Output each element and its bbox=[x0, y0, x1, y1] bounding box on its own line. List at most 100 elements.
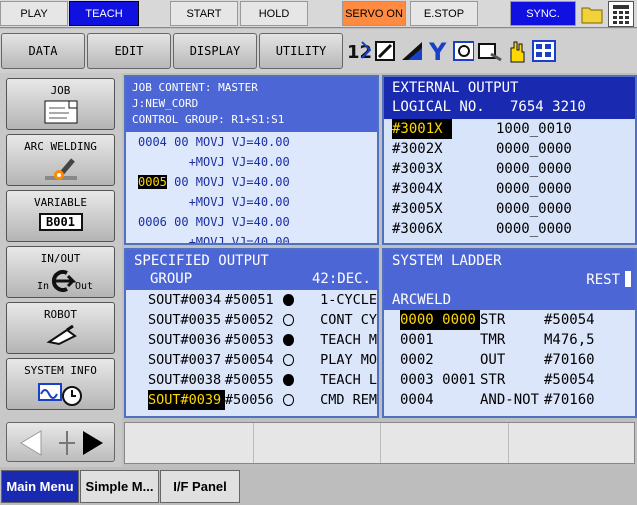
specified-output-row[interactable]: SOUT#0035 #50052 CONT CY bbox=[148, 310, 377, 330]
estop-button[interactable]: E.STOP bbox=[410, 1, 478, 26]
arc-welding-menu-button[interactable]: ARC WELDING bbox=[6, 134, 115, 186]
job-label: JOB bbox=[50, 84, 71, 97]
in-out-menu-button[interactable]: IN/OUT In Out bbox=[6, 246, 115, 298]
tab-if-panel[interactable]: I/F Panel bbox=[160, 470, 240, 503]
system-info-menu-button[interactable]: SYSTEM INFO bbox=[6, 358, 115, 410]
specified-output-panel[interactable]: SPECIFIED OUTPUT GROUP 42:DEC. SOUT#0034… bbox=[124, 248, 379, 418]
sout-description: CONT CY bbox=[320, 312, 377, 328]
ladder-line-number: 0001 bbox=[400, 332, 434, 348]
variable-menu-button[interactable]: VARIABLE B001 bbox=[6, 190, 115, 242]
sout-address: #50056 bbox=[224, 392, 274, 408]
edit-menu-button[interactable]: EDIT bbox=[87, 33, 171, 69]
sout-description: PLAY MO bbox=[320, 352, 377, 368]
job-line[interactable]: +MOVJ VJ=40.00 bbox=[138, 192, 377, 212]
utility-menu-button[interactable]: UTILITY bbox=[259, 33, 343, 69]
next-page-icon[interactable] bbox=[77, 429, 107, 457]
robot-arm-icon bbox=[478, 43, 503, 62]
external-output-row[interactable]: #3001X 1000_0010 bbox=[392, 119, 635, 139]
specified-output-row[interactable]: SOUT#0037 #50054 PLAY MO bbox=[148, 350, 377, 370]
hold-button[interactable]: HOLD bbox=[240, 1, 308, 26]
play-mode-button[interactable]: PLAY bbox=[0, 1, 68, 26]
external-output-row[interactable]: #3002X 0000_0000 bbox=[392, 139, 635, 159]
sout-address: #50055 bbox=[224, 372, 274, 388]
data-menu-button[interactable]: DATA bbox=[1, 33, 85, 69]
folder-icon[interactable] bbox=[580, 2, 604, 26]
job-content-title: JOB CONTENT: MASTER bbox=[132, 81, 258, 94]
ladder-instruction: AND-NOT bbox=[480, 392, 540, 408]
ladder-instruction: OUT bbox=[480, 352, 506, 368]
sout-number: SOUT#0035 bbox=[148, 312, 222, 328]
specified-output-row[interactable]: SOUT#0039 #50056 CMD REM bbox=[148, 390, 377, 410]
job-line[interactable]: 0004 00 MOVJ VJ=40.00 bbox=[138, 132, 377, 152]
job-document-icon bbox=[44, 100, 77, 124]
job-line[interactable]: 0005 00 MOVJ VJ=40.00 bbox=[138, 172, 377, 192]
output-logical-no: #3004X bbox=[392, 181, 443, 197]
job-menu-button[interactable]: JOB bbox=[6, 78, 115, 130]
specified-output-row[interactable]: SOUT#0034 #50051 1-CYCLE bbox=[148, 290, 377, 310]
tab-simple-menu[interactable]: Simple M... bbox=[80, 470, 159, 503]
output-value: 0000_0000 bbox=[496, 181, 572, 197]
system-ladder-header: SYSTEM LADDER REST ARCWELD bbox=[384, 250, 635, 310]
output-logical-no: #3003X bbox=[392, 161, 443, 177]
page-nav bbox=[6, 422, 115, 462]
specified-output-row[interactable]: SOUT#0038 #50055 TEACH L bbox=[148, 370, 377, 390]
previous-page-icon[interactable] bbox=[17, 429, 47, 457]
group-value: 42:DEC. bbox=[311, 271, 371, 287]
job-line-instruction: 00 MOVJ VJ=40.00 bbox=[166, 215, 290, 229]
status-bar: PLAY TEACH START HOLD SERVO ON E.STOP SY… bbox=[0, 0, 637, 28]
external-output-row[interactable]: #3005X 0000_0000 bbox=[392, 199, 635, 219]
ladder-row[interactable]: 0004 AND-NOT #70160 bbox=[400, 390, 635, 410]
robot-menu-button[interactable]: ROBOT bbox=[6, 302, 115, 354]
external-output-row[interactable]: #3006X 0000_0000 bbox=[392, 219, 635, 239]
specified-output-row[interactable]: SOUT#0036 #50053 TEACH M bbox=[148, 330, 377, 350]
svg-text:Y: Y bbox=[428, 38, 447, 64]
ladder-argument: #70160 bbox=[544, 352, 595, 368]
ladder-section: ARCWELD bbox=[392, 292, 452, 308]
start-button[interactable]: START bbox=[170, 1, 238, 26]
variable-badge: B001 bbox=[38, 213, 83, 231]
display-menu-button[interactable]: DISPLAY bbox=[173, 33, 257, 69]
in-out-arrow-icon bbox=[51, 270, 77, 292]
job-line-number: 0005 bbox=[138, 175, 167, 189]
system-ladder-panel[interactable]: SYSTEM LADDER REST ARCWELD 0000 0000 STR #… bbox=[382, 248, 637, 418]
job-content-panel[interactable]: JOB CONTENT: MASTER J:NEW_CORD CONTROL G… bbox=[124, 75, 379, 245]
job-line-instruction: +MOVJ VJ=40.00 bbox=[138, 235, 290, 245]
ladder-row[interactable]: 0001 TMR M476,5 bbox=[400, 330, 635, 350]
external-output-panel[interactable]: EXTERNAL OUTPUT LOGICAL NO. 7654 3210 #3… bbox=[382, 75, 637, 245]
in-out-label: IN/OUT bbox=[40, 252, 81, 265]
edit-lock-icon bbox=[374, 41, 395, 61]
tab-main-menu[interactable]: Main Menu bbox=[1, 470, 79, 503]
job-line[interactable]: 0006 00 MOVJ VJ=40.00 bbox=[138, 212, 377, 232]
ladder-line-number: 0002 bbox=[400, 352, 434, 368]
output-logical-no: #3005X bbox=[392, 201, 443, 217]
output-value: 1000_0010 bbox=[496, 121, 572, 137]
teach-mode-button[interactable]: TEACH bbox=[69, 1, 139, 26]
ladder-argument: #70160 bbox=[544, 392, 595, 408]
job-content-header: JOB CONTENT: MASTER J:NEW_CORD CONTROL G… bbox=[126, 77, 377, 132]
keypad-icon[interactable] bbox=[608, 1, 634, 27]
job-line[interactable]: +MOVJ VJ=40.00 bbox=[138, 152, 377, 172]
job-line-instruction: +MOVJ VJ=40.00 bbox=[138, 195, 290, 209]
status-on-indicator bbox=[282, 334, 295, 346]
servo-on-button[interactable]: SERVO ON bbox=[342, 1, 406, 26]
ladder-row[interactable]: 0000 0000 STR #50054 bbox=[400, 310, 635, 330]
job-lines: 0004 00 MOVJ VJ=40.00 +MOVJ VJ=40.00 0005… bbox=[126, 132, 377, 245]
status-off-indicator bbox=[282, 354, 295, 366]
input-line-bar[interactable] bbox=[124, 422, 635, 464]
welding-torch-icon bbox=[44, 158, 77, 180]
external-output-row[interactable]: #3004X 0000_0000 bbox=[392, 179, 635, 199]
logical-no-header: LOGICAL NO. 7654 3210 bbox=[392, 99, 586, 115]
output-value: 0000_0000 bbox=[496, 161, 572, 177]
sout-number: SOUT#0034 bbox=[148, 292, 222, 308]
status-on-indicator bbox=[282, 294, 295, 306]
control-group: CONTROL GROUP: R1+S1:S1 bbox=[132, 113, 285, 126]
job-line[interactable]: +MOVJ VJ=40.00 bbox=[138, 232, 377, 245]
sync-button[interactable]: SYNC. bbox=[510, 1, 576, 26]
ladder-row[interactable]: 0003 0001 STR #50054 bbox=[400, 370, 635, 390]
specified-output-title: SPECIFIED OUTPUT bbox=[134, 253, 269, 269]
status-icons: 12 Y bbox=[346, 34, 556, 68]
external-output-row[interactable]: #3003X 0000_0000 bbox=[392, 159, 635, 179]
ladder-row[interactable]: 0002 OUT #70160 bbox=[400, 350, 635, 370]
ladder-line-number: 0003 0001 bbox=[400, 372, 476, 388]
speed-icon bbox=[401, 42, 422, 60]
